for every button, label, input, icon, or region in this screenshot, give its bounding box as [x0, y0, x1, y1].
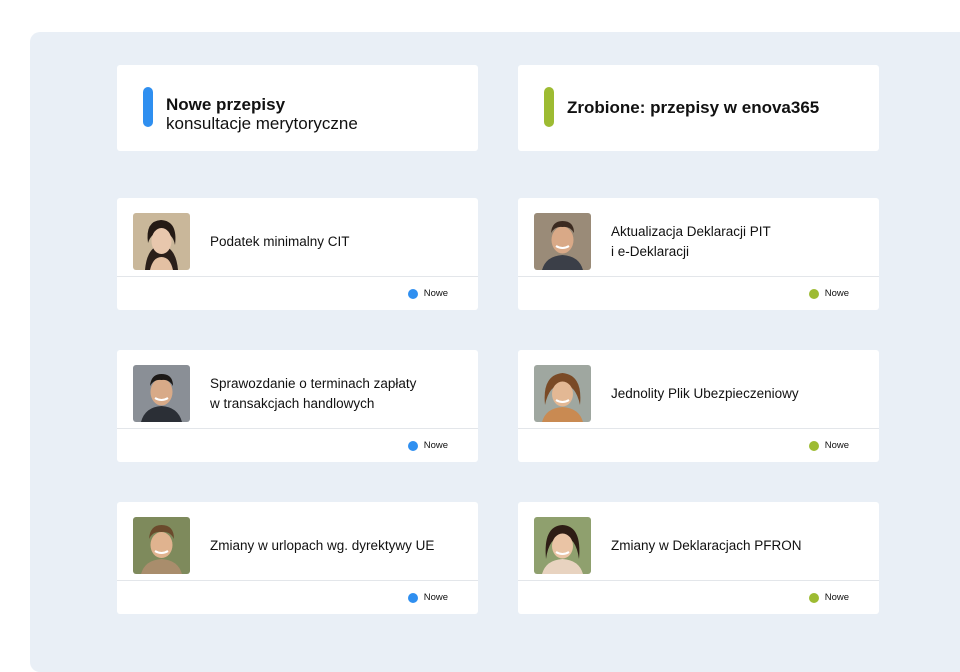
status-dot-icon	[808, 592, 819, 603]
task-title-line: Sprawozdanie o terminach zapłaty	[210, 375, 417, 391]
task-title: Zmiany w urlopach wg. dyrektywy UE	[210, 517, 465, 574]
blue-accent-bar	[143, 87, 153, 127]
status-badge: Nowe	[407, 440, 448, 451]
task-title-line: Podatek minimalny CIT	[210, 233, 350, 249]
task-title: Zmiany w Deklaracjach PFRON	[611, 517, 866, 574]
divider	[518, 580, 879, 581]
divider	[518, 428, 879, 429]
status-dot-icon	[407, 440, 418, 451]
avatar	[534, 517, 591, 574]
task-card[interactable]: Podatek minimalny CIT Nowe	[117, 198, 478, 310]
task-card[interactable]: Zmiany w Deklaracjach PFRON Nowe	[518, 502, 879, 614]
task-title-line: i e-Deklaracji	[611, 243, 690, 259]
status-badge: Nowe	[808, 440, 849, 451]
task-title: Sprawozdanie o terminach zapłaty w trans…	[210, 365, 465, 422]
task-card[interactable]: Sprawozdanie o terminach zapłaty w trans…	[117, 350, 478, 462]
status-dot-icon	[808, 440, 819, 451]
divider	[518, 276, 879, 277]
task-title: Podatek minimalny CIT	[210, 213, 465, 270]
column-header-title: Nowe przepisy	[166, 95, 286, 114]
divider	[117, 428, 478, 429]
task-title: Jednolity Plik Ubezpieczeniowy	[611, 365, 866, 422]
status-label: Nowe	[824, 288, 849, 299]
status-dot-icon	[407, 288, 418, 299]
column-header-done-regulations: Zrobione: przepisy w enova365	[518, 65, 879, 151]
task-card[interactable]: Jednolity Plik Ubezpieczeniowy Nowe	[518, 350, 879, 462]
status-label: Nowe	[423, 288, 448, 299]
avatar	[133, 365, 190, 422]
task-title-line: Zmiany w urlopach wg. dyrektywy UE	[210, 537, 435, 553]
divider	[117, 580, 478, 581]
status-dot-icon	[407, 592, 418, 603]
divider	[117, 276, 478, 277]
column-header-title: Zrobione: przepisy w enova365	[567, 98, 820, 117]
task-title-line: w transakcjach handlowych	[210, 395, 375, 411]
status-badge: Nowe	[808, 288, 849, 299]
avatar	[534, 213, 591, 270]
status-badge: Nowe	[407, 592, 448, 603]
status-badge: Nowe	[407, 288, 448, 299]
status-badge: Nowe	[808, 592, 849, 603]
task-title: Aktualizacja Deklaracji PIT i e-Deklarac…	[611, 213, 866, 270]
status-label: Nowe	[824, 592, 849, 603]
column-header-new-regulations: Nowe przepisy konsultacje merytoryczne	[117, 65, 478, 151]
task-title-line: Aktualizacja Deklaracji PIT	[611, 223, 771, 239]
avatar	[534, 365, 591, 422]
avatar	[133, 213, 190, 270]
status-dot-icon	[808, 288, 819, 299]
column-header-subtitle: konsultacje merytoryczne	[166, 114, 358, 133]
avatar	[133, 517, 190, 574]
task-card[interactable]: Zmiany w urlopach wg. dyrektywy UE Nowe	[117, 502, 478, 614]
task-title-line: Jednolity Plik Ubezpieczeniowy	[611, 385, 799, 401]
status-label: Nowe	[824, 440, 849, 451]
status-label: Nowe	[423, 592, 448, 603]
task-title-line: Zmiany w Deklaracjach PFRON	[611, 537, 802, 553]
status-label: Nowe	[423, 440, 448, 451]
column-header-text: Nowe przepisy konsultacje merytoryczne	[166, 95, 358, 133]
green-accent-bar	[544, 87, 554, 127]
task-card[interactable]: Aktualizacja Deklaracji PIT i e-Deklarac…	[518, 198, 879, 310]
